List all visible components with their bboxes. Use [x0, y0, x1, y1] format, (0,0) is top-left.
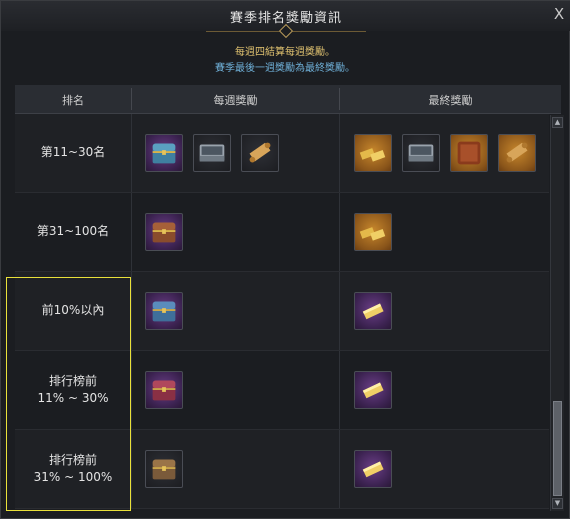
rank-label-line1: 排行榜前 [48, 453, 97, 467]
final-reward-notice: 賽季最後一週獎勵為最終獎勵。 [215, 63, 355, 74]
final-reward-gold-bar-icon[interactable] [354, 371, 392, 409]
column-divider [339, 272, 340, 350]
reward-row: 第31~100名 [15, 193, 549, 272]
weekly-reward-red-chest-icon[interactable] [145, 371, 183, 409]
reward-table: 第11~30名 第31~100名 前10%以內 排行榜前 11% ~ 30% 排行榜前 31… [15, 114, 549, 512]
scroll-up-button[interactable]: ▲ [552, 117, 563, 128]
column-divider [339, 193, 340, 271]
table-header: 排名 每週獎勵 最終獎勵 [15, 85, 561, 114]
rank-label: 排行榜前 31% ~ 100% [15, 452, 131, 486]
rank-label-line2: 11% ~ 30% [37, 391, 109, 405]
final-reward-gold-bars-icon[interactable] [354, 134, 392, 172]
close-button[interactable]: X [550, 5, 568, 23]
rank-label-line1: 第31~100名 [36, 224, 110, 238]
final-reward-leather-pouch-icon[interactable] [450, 134, 488, 172]
reward-row: 排行榜前 11% ~ 30% [15, 351, 549, 430]
column-divider [339, 430, 340, 508]
reward-row: 前10%以內 [15, 272, 549, 351]
column-header-final: 最終獎勵 [428, 94, 473, 107]
column-divider [131, 193, 132, 271]
weekly-settlement-notice: 每週四結算每週獎勵。 [235, 47, 335, 58]
column-divider [131, 351, 132, 429]
scroll-down-button[interactable]: ▼ [552, 498, 563, 509]
final-reward-scroll-icon[interactable] [498, 134, 536, 172]
weekly-reward-steel-case-icon[interactable] [193, 134, 231, 172]
reward-row: 排行榜前 31% ~ 100% [15, 430, 549, 509]
rank-label: 排行榜前 11% ~ 30% [15, 373, 131, 407]
column-header-rank: 排名 [62, 94, 84, 107]
rank-label-line2: 31% ~ 100% [33, 470, 113, 484]
column-divider [131, 430, 132, 508]
scroll-thumb[interactable] [553, 401, 562, 496]
weekly-reward-scroll-icon[interactable] [241, 134, 279, 172]
title-bar: 賽季排名獎勵資訊 X [1, 1, 570, 39]
reward-row: 第11~30名 [15, 114, 549, 193]
column-divider [131, 272, 132, 350]
rank-label: 第31~100名 [15, 223, 131, 240]
column-divider [131, 114, 132, 192]
weekly-reward-wooden-chest-icon[interactable] [145, 213, 183, 251]
weekly-reward-brown-chest-icon[interactable] [145, 450, 183, 488]
rank-label: 第11~30名 [15, 144, 131, 161]
rank-label-line1: 第11~30名 [40, 145, 106, 159]
column-header-weekly: 每週獎勵 [213, 94, 258, 107]
scrollbar[interactable]: ▲ ▼ [550, 115, 564, 511]
final-reward-gold-bar-icon[interactable] [354, 450, 392, 488]
weekly-reward-blue-chest-icon[interactable] [145, 292, 183, 330]
column-divider [339, 351, 340, 429]
season-reward-dialog: 賽季排名獎勵資訊 X 每週四結算每週獎勵。 賽季最後一週獎勵為最終獎勵。 排名 … [0, 0, 570, 519]
rank-label-line1: 排行榜前 [48, 374, 97, 388]
weekly-reward-treasure-chest-icon[interactable] [145, 134, 183, 172]
final-reward-steel-case-icon[interactable] [402, 134, 440, 172]
rank-label: 前10%以內 [15, 302, 131, 319]
final-reward-gold-bars-icon[interactable] [354, 213, 392, 251]
column-divider [339, 114, 340, 192]
rank-label-line1: 前10%以內 [41, 303, 105, 317]
final-reward-gold-bar-icon[interactable] [354, 292, 392, 330]
